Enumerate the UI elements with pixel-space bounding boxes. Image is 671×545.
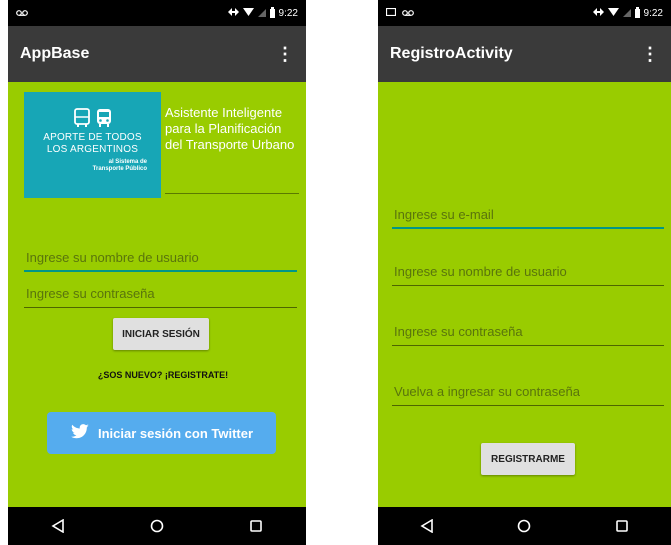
more-vert-icon[interactable]: ⋮ (641, 44, 659, 65)
username-input[interactable] (24, 244, 297, 272)
clock: 9:22 (643, 7, 663, 19)
password-input[interactable] (392, 318, 664, 346)
password-confirm-input[interactable] (392, 378, 664, 406)
app-bar: RegistroActivity ⋮ (378, 26, 671, 82)
logo-text-line2: LOS ARGENTINOS (46, 144, 139, 155)
logo-text-line1: APORTE DE TODOS (43, 132, 142, 143)
username-input[interactable] (392, 258, 664, 286)
logo-text-line3: al Sistema de (108, 159, 147, 165)
app-logo: APORTE DE TODOS LOS ARGENTINOS al Sistem… (24, 92, 161, 198)
voicemail-icon (402, 9, 414, 17)
twitter-icon (70, 423, 90, 443)
password-input[interactable] (24, 280, 297, 308)
bus-front-icon (96, 108, 112, 128)
recents-icon[interactable] (602, 511, 642, 541)
logo-text-line4: Transporte Público (92, 166, 147, 172)
wifi-icon (242, 7, 254, 20)
status-bar: 9:22 (378, 0, 671, 26)
back-icon[interactable] (407, 511, 447, 541)
signal-icon (257, 9, 266, 17)
data-sync-icon (592, 7, 604, 20)
back-icon[interactable] (38, 511, 78, 541)
nav-bar (378, 507, 671, 545)
clock: 9:22 (278, 7, 298, 19)
voicemail-icon (16, 9, 28, 17)
twitter-button-label: Iniciar sesión con Twitter (97, 425, 254, 441)
register-link[interactable]: ¿SOS NUEVO? ¡REGISTRATE! (68, 370, 258, 380)
email-input[interactable] (392, 201, 664, 229)
app-bar: AppBase ⋮ (8, 26, 306, 82)
signal-icon (622, 9, 631, 17)
recents-icon[interactable] (236, 511, 276, 541)
wifi-icon (607, 7, 619, 20)
battery-icon (269, 6, 275, 18)
nav-bar (8, 507, 306, 545)
more-vert-icon[interactable]: ⋮ (276, 44, 294, 65)
battery-icon (634, 6, 640, 18)
notification-icon (385, 7, 397, 19)
status-bar: 9:22 (8, 0, 306, 26)
login-button[interactable]: INICIAR SESIÓN (113, 318, 209, 350)
login-screen: 9:22 AppBase ⋮ APORTE DE TODOS LOS ARGEN… (8, 0, 306, 545)
home-icon[interactable] (504, 511, 544, 541)
twitter-login-button[interactable]: Iniciar sesión con Twitter (47, 412, 276, 454)
app-description: Asistente Inteligente para la Planificac… (165, 105, 295, 152)
app-title: RegistroActivity (390, 45, 513, 62)
bus-icon (73, 108, 90, 128)
divider (165, 193, 299, 194)
register-button[interactable]: REGISTRARME (481, 443, 575, 475)
register-screen: 9:22 RegistroActivity ⋮ REGISTRARME (378, 0, 671, 545)
app-title: AppBase (20, 45, 90, 62)
home-icon[interactable] (137, 511, 177, 541)
data-sync-icon (227, 7, 239, 20)
